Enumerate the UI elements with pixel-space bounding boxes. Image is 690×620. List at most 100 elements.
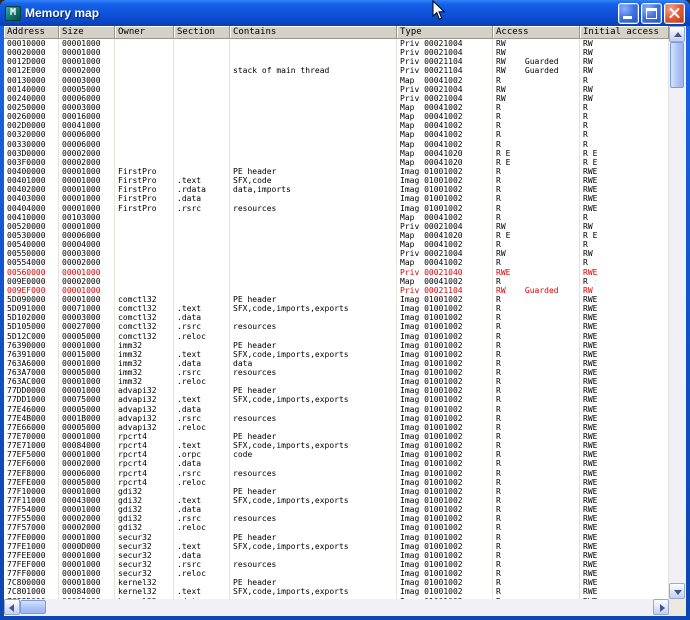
cell: 77E4B000 xyxy=(4,414,59,423)
table-row[interactable]: 77F1100000043000gdi32.textSFX,code,impor… xyxy=(4,496,669,505)
cell: 00001000 xyxy=(59,194,115,203)
table-row[interactable]: 7639000000001000imm32PE headerImag 01001… xyxy=(4,341,669,350)
table-row[interactable]: 77F5500000002000gdi32.rsrcresourcesImag … xyxy=(4,514,669,523)
table-row[interactable]: 0012E00000002000stack of main threadPriv… xyxy=(4,66,669,75)
column-header-initial-access[interactable]: Initial access xyxy=(580,26,669,38)
title-bar[interactable]: M Memory map xyxy=(0,0,690,26)
scroll-left-button[interactable] xyxy=(4,599,20,615)
table-row[interactable]: 0054000000004000Map 00041002RR xyxy=(4,240,669,249)
table-row[interactable]: 77FF000000001000secur32.relocImag 010010… xyxy=(4,569,669,578)
table-row[interactable]: 77E7100000084000rpcrt4.textSFX,code,impo… xyxy=(4,441,669,450)
scroll-up-button[interactable] xyxy=(669,26,685,42)
cell: .reloc xyxy=(174,523,230,532)
table-row[interactable]: 763A600000001000imm32.datadataImag 01001… xyxy=(4,359,669,368)
cell: .reloc xyxy=(174,377,230,386)
table-row[interactable]: 7C80000000001000kernel32PE headerImag 01… xyxy=(4,578,669,587)
cell: RWE xyxy=(580,441,669,450)
table-row[interactable]: 009E000000002000Map 00041002RR xyxy=(4,277,669,286)
table-row[interactable]: 77EFE00000005000rpcrt4.relocImag 0100100… xyxy=(4,478,669,487)
close-icon xyxy=(665,4,684,23)
cell: 00403000 xyxy=(4,194,59,203)
table-row[interactable]: 77FE10000000D000secur32.textSFX,code,imp… xyxy=(4,542,669,551)
table-row[interactable]: 77E4B0000001B000advapi32.rsrcresourcesIm… xyxy=(4,414,669,423)
table-row[interactable]: 77FE000000001000secur32PE headerImag 010… xyxy=(4,533,669,542)
table-row[interactable]: 0053000000006000Map 00041020R ER E xyxy=(4,231,669,240)
horizontal-scroll-track[interactable] xyxy=(20,599,653,616)
table-row[interactable]: 77DD100000075000advapi32.textSFX,code,im… xyxy=(4,395,669,404)
table-row[interactable]: 0002000000001000Priv 00021004RWRW xyxy=(4,48,669,57)
table-row[interactable]: 77E7000000001000rpcrt4PE headerImag 0100… xyxy=(4,432,669,441)
table-row[interactable]: 7C80100000084000kernel32.textSFX,code,im… xyxy=(4,587,669,596)
column-header-access[interactable]: Access xyxy=(493,26,580,38)
table-row[interactable]: 77F5400000001000gdi32.dataImag 01001002R… xyxy=(4,505,669,514)
table-row[interactable]: 0055400000002000Map 00041002RR xyxy=(4,258,669,267)
table-row[interactable]: 5D12C00000005000comctl32.relocImag 01001… xyxy=(4,332,669,341)
column-header-section[interactable]: Section xyxy=(174,26,230,38)
table-row[interactable]: 0040300000001000FirstPro.dataImag 010010… xyxy=(4,194,669,203)
table-row[interactable]: 0040400000001000FirstPro.rsrcresourcesIm… xyxy=(4,204,669,213)
table-row[interactable]: 77EF500000001000rpcrt4.orpccodeImag 0100… xyxy=(4,450,669,459)
cell xyxy=(174,39,230,48)
table-row[interactable]: 5D09100000071000comctl32.textSFX,code,im… xyxy=(4,304,669,313)
table-row[interactable]: 0033000000006000Map 00041002RR xyxy=(4,140,669,149)
table-row[interactable]: 0025000000003000Map 00041002RR xyxy=(4,103,669,112)
table-row[interactable]: 003F000000002000Map 00041020R ER E xyxy=(4,158,669,167)
table-row[interactable]: 77F5700000002000gdi32.relocImag 01001002… xyxy=(4,523,669,532)
vertical-scroll-thumb[interactable] xyxy=(670,42,684,88)
table-row[interactable]: 763AC00000001000imm32.relocImag 01001002… xyxy=(4,377,669,386)
table-row[interactable]: 763A700000005000imm32.rsrcresourcesImag … xyxy=(4,368,669,377)
table-row[interactable]: 0001000000001000Priv 00021004RWRW xyxy=(4,39,669,48)
table-row[interactable]: 77E6600000005000advapi32.relocImag 01001… xyxy=(4,423,669,432)
column-header-type[interactable]: Type xyxy=(397,26,493,38)
table-row[interactable]: 0052000000001000Priv 00021004RWRW xyxy=(4,222,669,231)
close-button[interactable] xyxy=(664,3,685,24)
column-header-size[interactable]: Size xyxy=(59,26,115,38)
cell: 002D0000 xyxy=(4,121,59,130)
table-row[interactable]: 77F1000000001000gdi32PE headerImag 01001… xyxy=(4,487,669,496)
table-row[interactable]: 77DD000000001000advapi32PE headerImag 01… xyxy=(4,386,669,395)
table-row[interactable]: 0040200000001000FirstPro.rdatadata,impor… xyxy=(4,185,669,194)
table-row[interactable]: 77EF800000006000rpcrt4.rsrcresourcesImag… xyxy=(4,469,669,478)
column-header-address[interactable]: Address xyxy=(4,26,59,38)
cell: R xyxy=(493,496,580,505)
table-row[interactable]: 77EF600000002000rpcrt4.dataImag 01001002… xyxy=(4,459,669,468)
maximize-button[interactable] xyxy=(641,3,662,24)
table-row[interactable]: 77FEF00000001000secur32.rsrcresourcesIma… xyxy=(4,560,669,569)
table-row[interactable]: 77FEE00000001000secur32.dataImag 0100100… xyxy=(4,551,669,560)
table-row[interactable]: 0041000000103000Map 00041002RR xyxy=(4,213,669,222)
table-row[interactable]: 5D10500000027000comctl32.rsrcresourcesIm… xyxy=(4,322,669,331)
cell: kernel32 xyxy=(115,587,174,596)
table-row[interactable]: 0040000000001000FirstProPE headerImag 01… xyxy=(4,167,669,176)
horizontal-scroll-thumb[interactable] xyxy=(20,600,46,614)
table-row[interactable]: 7639100000015000imm32.textSFX,code,impor… xyxy=(4,350,669,359)
table-row[interactable]: 5D09000000001000comctl32PE headerImag 01… xyxy=(4,295,669,304)
cell: RW xyxy=(580,286,669,295)
cell xyxy=(174,258,230,267)
table-row[interactable]: 002D000000041000Map 00041002RR xyxy=(4,121,669,130)
table-row[interactable]: 5D10200000003000comctl32.dataImag 010010… xyxy=(4,313,669,322)
table-row[interactable]: 0024000000006000Priv 00021004RWRW xyxy=(4,94,669,103)
table-row[interactable]: 0026000000016000Map 00041002RR xyxy=(4,112,669,121)
table-row[interactable]: 0032000000006000Map 00041002RR xyxy=(4,130,669,139)
table-row[interactable]: 0012D00000001000Priv 00021104RW GuardedR… xyxy=(4,57,669,66)
table-row[interactable]: 0013000000003000Map 00041002RR xyxy=(4,76,669,85)
minimize-button[interactable] xyxy=(618,3,639,24)
table-row[interactable]: 0014000000005000Priv 00021004RWRW xyxy=(4,85,669,94)
scroll-down-button[interactable] xyxy=(669,583,685,599)
cell: SFX,code,imports,exports xyxy=(230,441,397,450)
table-row[interactable]: 0056000000001000Priv 00021040RWERWE xyxy=(4,268,669,277)
table-row[interactable]: 77E4600000005000advapi32.dataImag 010010… xyxy=(4,405,669,414)
table-row[interactable]: 0040100000001000FirstPro.textSFX,codeIma… xyxy=(4,176,669,185)
scroll-right-button[interactable] xyxy=(653,599,669,615)
cell: 77F55000 xyxy=(4,514,59,523)
table-row[interactable]: 003D000000002000Map 00041020R ER E xyxy=(4,149,669,158)
vertical-scrollbar[interactable] xyxy=(669,26,686,599)
horizontal-scrollbar[interactable] xyxy=(4,599,686,616)
column-header-owner[interactable]: Owner xyxy=(115,26,174,38)
column-header-contains[interactable]: Contains xyxy=(230,26,397,38)
vertical-scroll-track[interactable] xyxy=(669,42,686,583)
cell xyxy=(174,48,230,57)
cell: RWE xyxy=(580,533,669,542)
table-row[interactable]: 0055000000003000Priv 00021004RWRW xyxy=(4,249,669,258)
table-row[interactable]: 009EF00000001000Priv 00021104RW GuardedR… xyxy=(4,286,669,295)
